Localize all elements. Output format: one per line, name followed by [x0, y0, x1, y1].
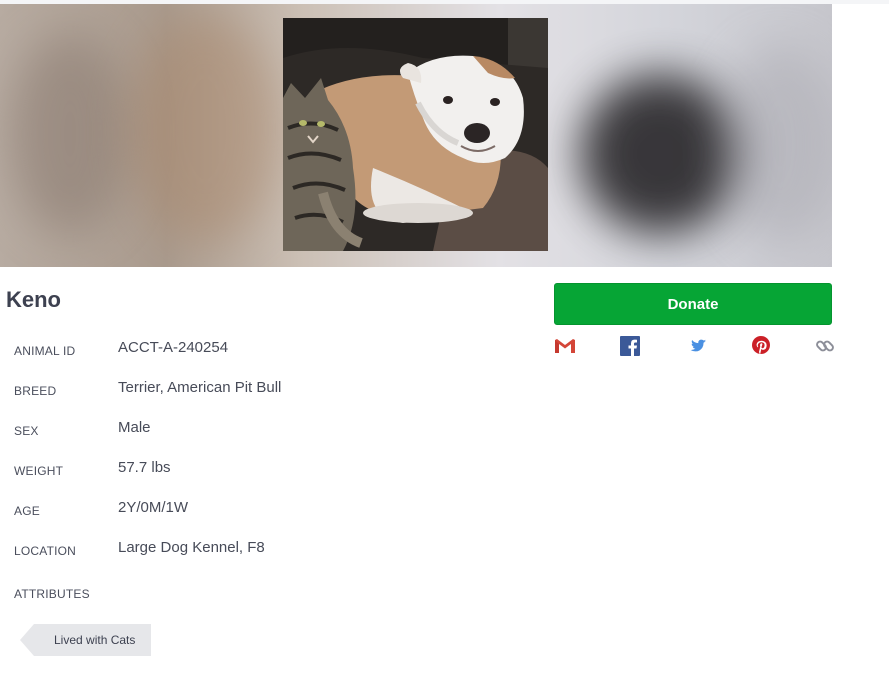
detail-value-breed: Terrier, American Pit Bull — [118, 379, 282, 396]
share-icons — [554, 335, 834, 359]
detail-label-age: AGE — [14, 504, 40, 518]
link-icon[interactable] — [814, 335, 836, 357]
banner-blur-left-warm — [130, 14, 280, 244]
gmail-icon[interactable] — [554, 335, 576, 357]
detail-label-animal-id: ANIMAL ID — [14, 344, 76, 358]
banner-blur-left — [10, 34, 130, 234]
detail-label-weight: WEIGHT — [14, 464, 64, 478]
facebook-icon[interactable] — [619, 335, 641, 357]
detail-value-weight: 57.7 lbs — [118, 459, 171, 476]
photo-banner — [0, 4, 832, 267]
detail-value-sex: Male — [118, 419, 151, 436]
banner-blur-right — [720, 44, 832, 244]
detail-value-age: 2Y/0M/1W — [118, 499, 189, 516]
attribute-tag[interactable]: Lived with Cats — [20, 624, 152, 656]
detail-label-location: LOCATION — [14, 544, 77, 558]
detail-label-sex: SEX — [14, 424, 39, 438]
dog-and-cat-photo — [283, 18, 548, 251]
detail-value-location: Large Dog Kennel, F8 — [118, 539, 265, 556]
attributes-label: ATTRIBUTES — [14, 587, 90, 601]
detail-value-animal-id: ACCT-A-240254 — [118, 339, 229, 356]
animal-profile-page: Keno ANIMAL ID ACCT-A-240254 BREED Terri… — [0, 0, 889, 673]
twitter-icon[interactable] — [686, 335, 708, 357]
animal-photo[interactable] — [283, 18, 548, 251]
banner-blur-right-dark — [580, 74, 740, 234]
donate-button[interactable]: Donate — [554, 283, 832, 325]
detail-label-breed: BREED — [14, 384, 57, 398]
pinterest-icon[interactable] — [750, 335, 772, 357]
animal-name: Keno — [6, 287, 61, 312]
